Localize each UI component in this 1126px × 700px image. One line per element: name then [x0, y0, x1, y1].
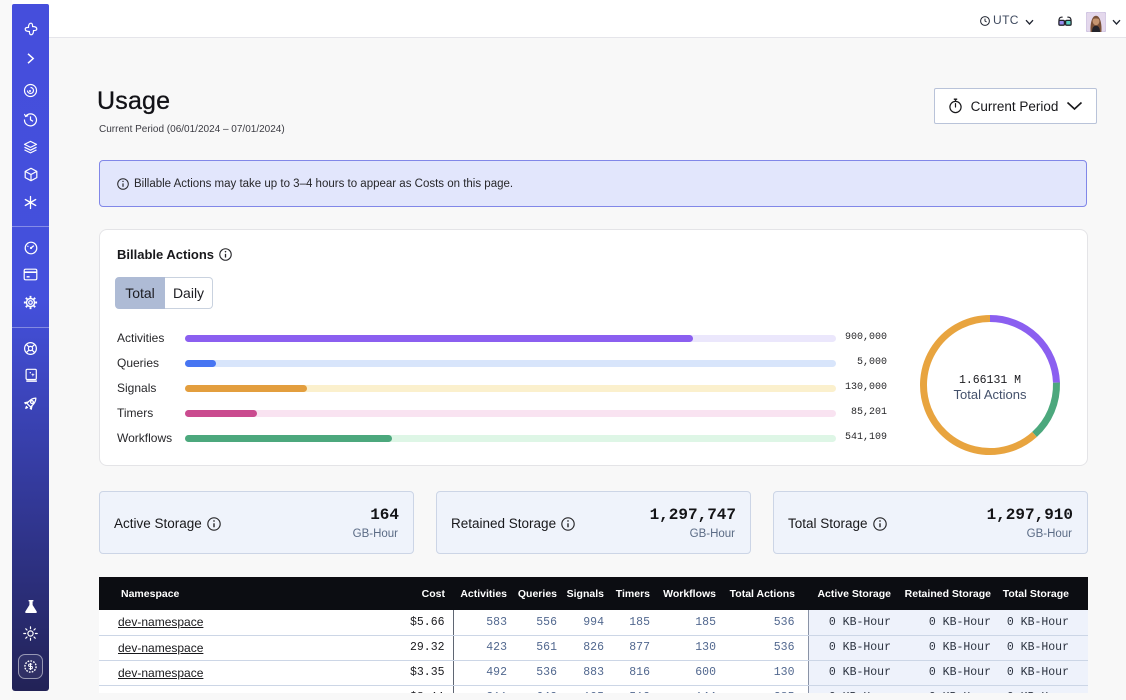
svg-text:Total Actions: Total Actions — [954, 387, 1027, 402]
svg-text:1.66131 M: 1.66131 M — [959, 374, 1021, 387]
